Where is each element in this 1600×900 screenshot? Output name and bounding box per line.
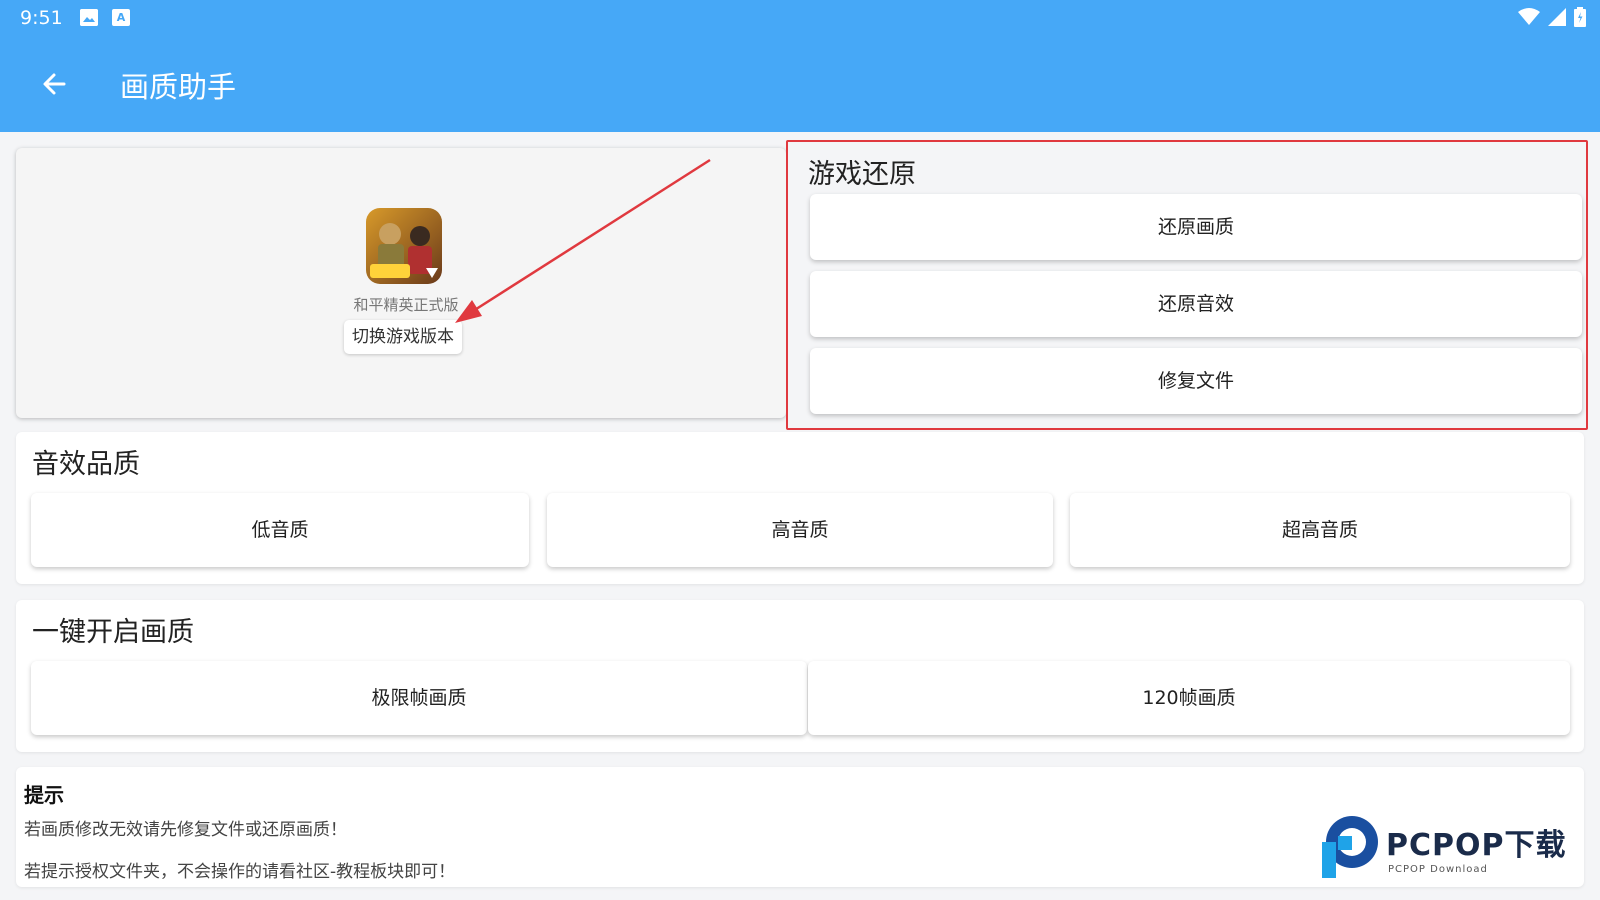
image-icon <box>80 9 98 26</box>
restore-quality-button[interactable]: 还原画质 <box>810 194 1582 260</box>
high-audio-button[interactable]: 高音质 <box>547 493 1053 567</box>
one-click-quality-section: 一键开启画质 极限帧画质 120帧画质 <box>16 600 1584 752</box>
extreme-fps-quality-button[interactable]: 极限帧画质 <box>31 661 807 735</box>
low-audio-button[interactable]: 低音质 <box>31 493 529 567</box>
section-title-quality: 一键开启画质 <box>32 617 194 648</box>
switch-game-version-button[interactable]: 切换游戏版本 <box>344 320 462 354</box>
section-title-audio: 音效品质 <box>32 449 140 480</box>
app-bar: 画质助手 <box>0 36 1600 132</box>
page-title: 画质助手 <box>120 70 237 104</box>
back-arrow-icon[interactable] <box>36 64 76 104</box>
signal-icon <box>1548 8 1566 26</box>
hint-title: 提示 <box>24 783 64 807</box>
watermark-sub: PCPOP Download <box>1388 864 1488 875</box>
status-time: 9:51 <box>20 7 63 29</box>
ultra-audio-button[interactable]: 超高音质 <box>1070 493 1570 567</box>
game-panel: 和平精英正式版 切换游戏版本 <box>16 148 786 418</box>
section-title-restore: 游戏还原 <box>808 159 916 190</box>
game-restore-section: 游戏还原 还原画质 还原音效 修复文件 <box>786 140 1588 430</box>
game-name: 和平精英正式版 <box>353 296 459 314</box>
restore-audio-button[interactable]: 还原音效 <box>810 271 1582 337</box>
a-badge-icon: A <box>112 9 130 26</box>
audio-quality-section: 音效品质 低音质 高音质 超高音质 <box>16 432 1584 584</box>
repair-files-button[interactable]: 修复文件 <box>810 348 1582 414</box>
status-bar: 9:51 A <box>0 0 1600 36</box>
hint-line: 若画质修改无效请先修复文件或还原画质！ <box>24 820 347 840</box>
hint-line: 若提示授权文件夹，不会操作的请看社区-教程板块即可！ <box>24 862 456 882</box>
pcpop-watermark: PCPOP下载 PCPOP Download <box>1318 812 1593 884</box>
pcpop-logo-icon <box>1322 816 1378 878</box>
120fps-quality-button[interactable]: 120帧画质 <box>808 661 1570 735</box>
battery-icon <box>1574 7 1586 27</box>
wifi-icon <box>1518 8 1540 25</box>
game-app-icon[interactable] <box>366 208 442 284</box>
watermark-brand: PCPOP下载 <box>1386 828 1567 863</box>
